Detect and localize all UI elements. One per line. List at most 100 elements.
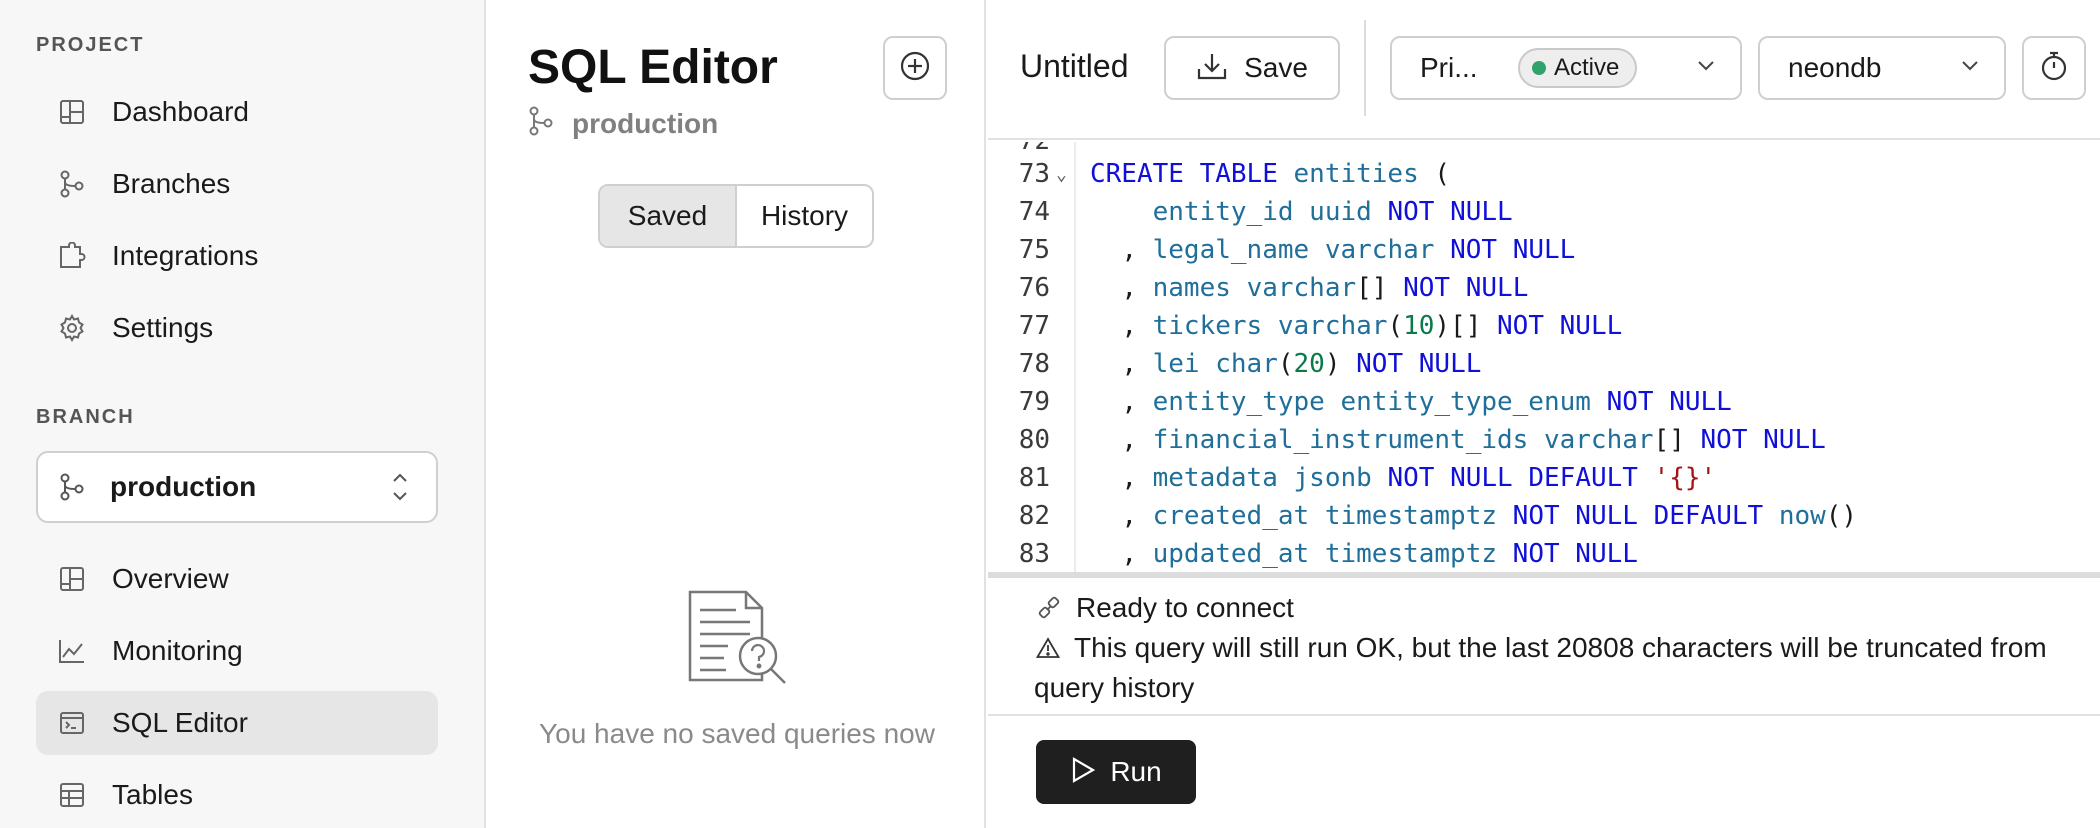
line-number: 75 [1018,235,1050,265]
chart-icon [56,635,88,667]
status-dot-icon [1532,61,1546,75]
sidebar-item-branches[interactable]: Branches [36,152,438,216]
fold-chevron-icon[interactable]: ⌄ [1056,164,1076,185]
status-messages: Ready to connect This query will still r… [1034,588,2076,708]
chevron-down-icon [1696,59,1716,77]
status-warning-row: This query will still run OK, but the la… [1034,628,2076,708]
code-editor[interactable]: 72 73 ⌄ CREATE TABLE entities ( 74 entit… [988,142,2100,572]
code-text: , entity_type entity_type_enum NOT NULL [1121,387,1732,417]
editor-area: Untitled Save Pri... Active neondb 73 ⌄ … [988,0,2100,828]
code-line: 76 , names varchar[] NOT NULL [988,269,2100,307]
line-number: 73 [1018,159,1050,189]
branch-select-value: production [110,471,257,502]
toolbar-divider [1364,20,1366,116]
run-button[interactable]: Run [1036,740,1196,804]
code-text: , legal_name varchar NOT NULL [1121,235,1576,265]
sidebar-item-label: Branches [112,168,231,199]
current-branch-name: production [572,107,719,139]
status-ready-text: Ready to connect [1076,592,1294,623]
play-icon [1070,756,1096,789]
code-text: , financial_instrument_ids varchar[] NOT… [1121,425,1826,455]
sidebar-item-label: Tables [112,779,193,810]
project-section-label: PROJECT [36,34,145,56]
sidebar-item-overview[interactable]: Overview [36,547,438,611]
code-line: 77 , tickers varchar(10)[] NOT NULL [988,307,2100,345]
line-number: 79 [1018,387,1050,417]
code-line: 78 , lei char(20) NOT NULL [988,345,2100,383]
status-badge-label: Active [1554,54,1620,81]
compute-select[interactable]: Pri... Active [1390,36,1742,100]
empty-document-search-icon [684,588,790,693]
sidebar-item-label: Integrations [112,240,259,271]
code-text: , created_at timestamptz NOT NULL DEFAUL… [1121,501,1858,531]
sidebar-item-label: Settings [112,312,214,343]
code-line: 79 , entity_type entity_type_enum NOT NU… [988,383,2100,421]
branch-icon [56,168,88,200]
tab-history[interactable]: History [737,186,872,246]
branch-icon [528,106,554,141]
sidebar-item-dashboard[interactable]: Dashboard [36,80,438,144]
branch-section-label: BRANCH [36,406,135,428]
sidebar-item-label: Dashboard [112,96,249,127]
database-name: neondb [1788,52,1882,83]
page-title: SQL Editor [528,41,778,94]
sidebar-item-settings[interactable]: Settings [36,296,438,360]
plus-circle-icon [899,50,931,87]
line-number: 74 [1018,197,1050,227]
database-select[interactable]: neondb [1758,36,2006,100]
compute-name: Pri... [1420,52,1478,83]
line-number: 82 [1018,501,1050,531]
table-icon [56,779,88,811]
line-number: 77 [1018,311,1050,341]
code-line: 83 , updated_at timestamptz NOT NULL [988,535,2100,572]
code-line: 74 entity_id uuid NOT NULL [988,193,2100,231]
new-query-button[interactable] [883,36,947,100]
editor-resize-handle[interactable] [988,572,2100,578]
sidebar-item-tables[interactable]: Tables [36,763,438,827]
branch-icon [56,471,88,503]
branch-select[interactable]: production [36,451,438,523]
code-text: , names varchar[] NOT NULL [1121,273,1529,303]
puzzle-icon [56,240,88,272]
sidebar-item-label: SQL Editor [112,707,248,738]
saved-queries-panel: SQL Editor production Saved History You … [488,0,986,828]
line-number: 72 [988,142,1050,156]
status-badge: Active [1518,48,1638,88]
sidebar-item-sql-editor[interactable]: SQL Editor [36,691,438,755]
timer-button[interactable] [2022,36,2086,100]
line-number: 76 [1018,273,1050,303]
divider [988,714,2100,716]
dashboard-icon [56,96,88,128]
chevron-up-down-icon [388,470,412,504]
code-text: , lei char(20) NOT NULL [1121,349,1482,379]
status-warning-text: This query will still run OK, but the la… [1034,632,2047,703]
code-line: 81 , metadata jsonb NOT NULL DEFAULT '{}… [988,459,2100,497]
code-text: , updated_at timestamptz NOT NULL [1121,539,1638,569]
code-text: , tickers varchar(10)[] NOT NULL [1121,311,1623,341]
status-ready-row: Ready to connect [1036,588,2076,628]
terminal-icon [56,707,88,739]
sidebar-item-monitoring[interactable]: Monitoring [36,619,438,683]
line-number: 80 [1018,425,1050,455]
query-title[interactable]: Untitled [1020,48,1129,85]
sidebar-item-integrations[interactable]: Integrations [36,224,438,288]
code-line: 75 , legal_name varchar NOT NULL [988,231,2100,269]
chevron-down-icon [1960,59,1980,77]
overview-icon [56,563,88,595]
link-icon [1036,588,1062,628]
current-branch: production [528,106,718,141]
editor-toolbar: Untitled Save Pri... Active neondb [988,0,2100,140]
saved-history-toggle: Saved History [598,184,874,248]
tab-saved[interactable]: Saved [600,186,737,246]
download-icon [1196,51,1228,86]
sidebar-item-label: Monitoring [112,635,243,666]
save-button[interactable]: Save [1164,36,1340,100]
code-line: 82 , created_at timestamptz NOT NULL DEF… [988,497,2100,535]
save-button-label: Save [1244,52,1308,83]
empty-state-text: You have no saved queries now [539,718,935,749]
code-line: 80 , financial_instrument_ids varchar[] … [988,421,2100,459]
code-text: entity_id uuid NOT NULL [1152,197,1513,227]
line-number: 81 [1018,463,1050,493]
line-number: 83 [1018,539,1050,569]
run-button-label: Run [1110,756,1162,787]
